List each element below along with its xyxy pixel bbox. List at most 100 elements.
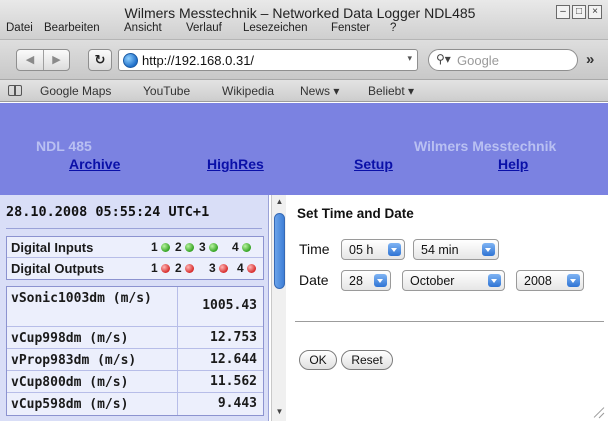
- reload-button[interactable]: ↻: [88, 49, 112, 71]
- reload-icon: ↻: [94, 52, 106, 67]
- address-bar[interactable]: http://192.168.0.31/ ▾: [118, 49, 418, 71]
- set-time-date-panel: Set Time and Date Time 05 h 54 min Date …: [287, 195, 608, 421]
- minute-select[interactable]: 54 min: [413, 239, 499, 260]
- time-label: Time: [299, 241, 330, 257]
- back-icon[interactable]: ◀: [17, 50, 43, 70]
- bookmark-google-maps[interactable]: Google Maps: [40, 84, 111, 98]
- date-label: Date: [299, 272, 329, 288]
- minute-value: 54 min: [421, 243, 459, 257]
- company-name: Wilmers Messtechnik: [414, 138, 557, 154]
- green-status-led-icon: [242, 243, 251, 252]
- bookmark-beliebt[interactable]: Beliebt ▾: [368, 84, 414, 98]
- measurement-value: 1005.43: [202, 298, 257, 313]
- close-icon[interactable]: ×: [588, 5, 602, 19]
- column-divider: [177, 371, 178, 392]
- green-status-led-icon: [209, 243, 218, 252]
- url-text: http://192.168.0.31/: [142, 53, 255, 68]
- digital-inputs-label: Digital Inputs: [11, 240, 94, 255]
- input-channel-number: 2: [175, 240, 182, 254]
- digital-outputs-label: Digital Outputs: [11, 261, 105, 276]
- scrollbar-thumb[interactable]: [274, 213, 285, 289]
- measurement-name: vCup800dm (m/s): [11, 375, 129, 390]
- measurement-value: 11.562: [210, 374, 257, 389]
- measurement-name: vProp983dm (m/s): [11, 353, 137, 368]
- output-channel-number: 2: [175, 261, 182, 275]
- measurement-name: vCup598dm (m/s): [11, 397, 129, 412]
- measurements-table: vSonic1003dm (m/s) 1005.43 vCup998dm (m/…: [6, 286, 264, 416]
- table-row: vCup800dm (m/s) 11.562: [7, 371, 263, 393]
- year-value: 2008: [524, 274, 552, 288]
- column-divider: [177, 349, 178, 370]
- nav-link-highres[interactable]: HighRes: [207, 156, 264, 172]
- scroll-down-icon[interactable]: ▼: [272, 407, 287, 419]
- nav-link-help[interactable]: Help: [498, 156, 528, 172]
- menu-verlauf[interactable]: Verlauf: [186, 22, 222, 34]
- menu-datei[interactable]: Datei: [6, 22, 33, 34]
- menu-bar: Datei Bearbeiten Ansicht Verlauf Lesezei…: [0, 22, 608, 39]
- day-select[interactable]: 28: [341, 270, 391, 291]
- current-datetime: 28.10.2008 05:55:24 UTC+1: [6, 204, 210, 220]
- month-select[interactable]: October: [402, 270, 505, 291]
- menu-bearbeiten[interactable]: Bearbeiten: [44, 22, 100, 34]
- column-divider: [177, 327, 178, 348]
- maximize-icon[interactable]: □: [572, 5, 586, 19]
- chevron-down-icon: [482, 243, 495, 256]
- nav-link-setup[interactable]: Setup: [354, 156, 393, 172]
- navigation-toolbar: ◀ ▶ ↻ http://192.168.0.31/ ▾ ⚲▾ Google »: [0, 40, 608, 80]
- globe-icon: [123, 53, 138, 68]
- search-input[interactable]: ⚲▾ Google: [428, 49, 578, 71]
- column-divider: [177, 393, 178, 415]
- table-row: vCup598dm (m/s) 9.443: [7, 393, 263, 415]
- bookmark-youtube[interactable]: YouTube: [143, 84, 190, 98]
- menu-help[interactable]: ?: [390, 22, 396, 34]
- input-channel-number: 3: [199, 240, 206, 254]
- url-dropdown-icon[interactable]: ▾: [407, 53, 412, 64]
- scroll-up-icon[interactable]: ▲: [272, 197, 287, 209]
- bookmarks-bar: Google Maps YouTube Wikipedia News ▾ Bel…: [0, 80, 608, 102]
- status-panel-scrollbar[interactable]: ▲ ▼: [271, 195, 286, 421]
- menu-ansicht[interactable]: Ansicht: [124, 22, 162, 34]
- search-icon[interactable]: ⚲▾: [436, 52, 451, 66]
- output-channel-number: 3: [209, 261, 216, 275]
- month-value: October: [410, 274, 455, 288]
- bookmarks-book-icon[interactable]: [8, 85, 22, 96]
- product-name: NDL 485: [36, 138, 92, 154]
- red-status-led-icon: [219, 264, 228, 273]
- page-header: NDL 485 Wilmers Messtechnik Archive High…: [0, 103, 608, 195]
- bookmark-news[interactable]: News ▾: [300, 84, 339, 98]
- measurement-value: 12.644: [210, 352, 257, 367]
- year-select[interactable]: 2008: [516, 270, 584, 291]
- table-row: vCup998dm (m/s) 12.753: [7, 327, 263, 349]
- toolbar-overflow-icon[interactable]: »: [586, 51, 594, 68]
- resize-grip-icon[interactable]: [593, 406, 605, 418]
- measurement-value: 12.753: [210, 330, 257, 345]
- column-divider: [177, 287, 178, 326]
- hour-select[interactable]: 05 h: [341, 239, 405, 260]
- section-title: Set Time and Date: [297, 206, 414, 221]
- measurement-name: vCup998dm (m/s): [11, 331, 129, 346]
- reset-button[interactable]: Reset: [341, 350, 393, 370]
- divider: [295, 321, 604, 322]
- menu-fenster[interactable]: Fenster: [331, 22, 370, 34]
- nav-link-archive[interactable]: Archive: [69, 156, 120, 172]
- digital-inputs-row: Digital Inputs 1 2 3 4: [7, 237, 263, 258]
- window-controls: – □ ×: [556, 5, 602, 19]
- day-value: 28: [349, 274, 363, 288]
- minimize-icon[interactable]: –: [556, 5, 570, 19]
- input-channel-number: 1: [151, 240, 158, 254]
- chevron-down-icon: [374, 274, 387, 287]
- hour-value: 05 h: [349, 243, 374, 257]
- green-status-led-icon: [185, 243, 194, 252]
- ok-button[interactable]: OK: [299, 350, 337, 370]
- search-placeholder: Google: [457, 53, 499, 68]
- back-forward-group: ◀ ▶: [16, 49, 70, 71]
- bookmark-wikipedia[interactable]: Wikipedia: [222, 84, 274, 98]
- divider: [6, 228, 262, 229]
- forward-icon[interactable]: ▶: [43, 50, 69, 70]
- output-channel-number: 4: [237, 261, 244, 275]
- measurement-value: 9.443: [217, 396, 257, 411]
- menu-lesezeichen[interactable]: Lesezeichen: [243, 22, 308, 34]
- input-channel-number: 4: [232, 240, 239, 254]
- chevron-down-icon: [388, 243, 401, 256]
- digital-outputs-row: Digital Outputs 1 2 3 4: [7, 258, 263, 279]
